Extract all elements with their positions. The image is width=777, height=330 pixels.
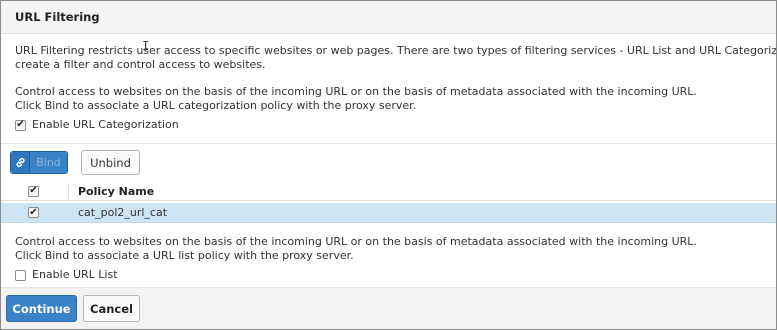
enable-url-list-checkbox[interactable] — [15, 269, 26, 281]
categorization-description-1: Control access to websites on the basis … — [15, 85, 697, 98]
link-icon[interactable] — [11, 152, 30, 173]
enable-url-categorization-row[interactable]: ✔ Enable URL Categorization — [15, 118, 776, 132]
bind-button[interactable]: Bind — [10, 151, 68, 174]
row-checkbox[interactable]: ✔ — [28, 207, 39, 218]
panel-header: URL Filtering — [1, 1, 776, 34]
dialog-footer: Continue Cancel — [1, 287, 776, 329]
intro-line-2: create a filter and control access to we… — [15, 58, 266, 71]
url-list-section: Control access to websites on the basis … — [15, 235, 697, 282]
select-all-checkbox[interactable]: ✔ — [28, 185, 39, 197]
policy-table: ✔ Policy Name ✔ cat_pol2_url_cat — [1, 182, 776, 223]
intro-line-1: URL Filtering restricts user access to s… — [15, 44, 776, 57]
section-divider — [1, 143, 776, 144]
enable-url-categorization-label[interactable]: Enable URL Categorization — [32, 118, 179, 132]
url-filtering-panel: URL Filtering I URL Filtering restricts … — [0, 0, 777, 330]
intro-section: URL Filtering restricts user access to s… — [1, 34, 776, 132]
enable-url-list-label[interactable]: Enable URL List — [32, 268, 118, 282]
enable-url-list-row[interactable]: Enable URL List — [15, 268, 697, 282]
column-header-policy-name[interactable]: Policy Name — [78, 185, 154, 198]
cancel-button[interactable]: Cancel — [83, 295, 140, 322]
panel-title: URL Filtering — [15, 10, 100, 24]
url-list-description-2: Click Bind to associate a URL list polic… — [15, 249, 354, 262]
text-cursor-icon: I — [142, 39, 150, 53]
unbind-button[interactable]: Unbind — [81, 150, 140, 175]
continue-button[interactable]: Continue — [6, 295, 77, 322]
categorization-description-2: Click Bind to associate a URL categoriza… — [15, 99, 417, 112]
table-header: ✔ Policy Name — [1, 182, 776, 201]
bind-button-label[interactable]: Bind — [30, 152, 67, 173]
table-row[interactable]: ✔ cat_pol2_url_cat — [1, 203, 776, 223]
policy-name-cell: cat_pol2_url_cat — [78, 206, 168, 219]
url-list-description-1: Control access to websites on the basis … — [15, 235, 697, 248]
enable-url-categorization-checkbox[interactable]: ✔ — [15, 119, 26, 131]
policy-toolbar: Bind Unbind — [10, 150, 140, 175]
